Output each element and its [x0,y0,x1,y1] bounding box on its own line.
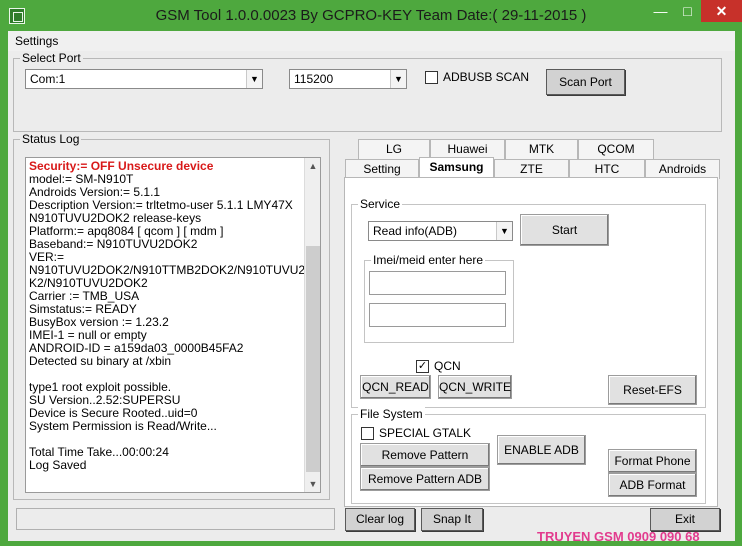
select-port-label: Select Port [20,51,83,65]
special-gtalk-checkbox[interactable] [361,427,374,440]
tab-htc[interactable]: HTC [569,159,645,179]
log-line: System Permission is Read/Write... [29,419,217,433]
remove-pattern-modem-button[interactable]: Remove Pattern MODEM [360,443,490,484]
log-line: Log Saved [29,458,87,472]
scroll-thumb[interactable] [306,246,320,472]
qcn-checkbox[interactable]: ✓ [416,360,429,373]
chevron-down-icon: ▼ [390,70,406,88]
imei-group: Imei/meid enter here [364,253,514,343]
operation-select-value: Read info(ADB) [373,224,458,238]
operation-select[interactable]: Read info(ADB) ▼ [368,221,513,241]
adb-format-button[interactable]: ADB Format [608,473,697,497]
qcn-read-button[interactable]: QCN_READ [360,375,431,399]
special-gtalk-label: SPECIAL GTALK [379,426,472,440]
client-area: Settings Select Port Com:1 ▼ 115200 ▼ AD… [8,31,735,544]
file-system-label: File System [358,407,425,421]
snap-it-button[interactable]: Snap It [421,508,483,531]
clear-log-button[interactable]: Clear log [345,508,415,531]
title-bar: GSM Tool 1.0.0.0023 By GCPRO-KEY Team Da… [0,0,742,32]
baud-select-value: 115200 [294,72,334,86]
reset-efs-button[interactable]: Reset-EFS [608,375,697,405]
window-title: GSM Tool 1.0.0.0023 By GCPRO-KEY Team Da… [155,7,587,24]
format-phone-button[interactable]: Format Phone [608,449,697,473]
adbusb-scan-label: ADBUSB SCAN [443,70,530,84]
log-line: Detected su binary at /xbin [29,354,172,368]
service-group: Service Read info(ADB) ▼ Start Imei/meid… [351,197,706,408]
status-bar [16,508,335,530]
imei-label: Imei/meid enter here [371,253,486,267]
menu-bar: Settings [8,31,735,51]
app-window: GSM Tool 1.0.0.0023 By GCPRO-KEY Team Da… [0,0,742,546]
tab-qcom[interactable]: QCOM [578,139,654,159]
start-button[interactable]: Start [520,214,609,246]
log-scrollbar[interactable]: ▲ ▼ [304,158,320,492]
chevron-down-icon: ▼ [246,70,262,88]
maximize-button[interactable]: □ [674,0,701,22]
tab-zte[interactable]: ZTE [494,159,569,179]
tab-mtk[interactable]: MTK [505,139,578,159]
service-label: Service [358,197,403,211]
enable-adb-button[interactable]: ENABLE ADB [497,435,586,465]
exit-button[interactable]: Exit [650,508,720,531]
file-system-group: File System SPECIAL GTALK Remove Pattern… [351,407,706,504]
remove-pattern-adb-button[interactable]: Remove Pattern ADB [360,467,490,491]
minimize-button[interactable]: — [647,0,674,22]
tab-lg[interactable]: LG [358,139,430,159]
scroll-up-icon[interactable]: ▲ [305,158,320,174]
watermark-text: TRUYEN GSM 0909 090 68 [537,529,700,544]
qcn-write-button[interactable]: QCN_WRITE [438,375,512,399]
close-button[interactable]: ✕ [701,0,742,22]
scan-port-button[interactable]: Scan Port [546,69,625,95]
adbusb-scan-checkbox[interactable] [425,71,438,84]
tab-huawei[interactable]: Huawei [430,139,505,159]
tab-setting[interactable]: Setting [345,159,419,179]
menu-settings[interactable]: Settings [15,34,58,48]
chevron-down-icon: ▼ [496,222,512,240]
qcn-label: QCN [434,359,461,373]
port-select[interactable]: Com:1 ▼ [25,69,263,89]
imei-2-input[interactable] [369,303,506,327]
samsung-tab-panel: Service Read info(ADB) ▼ Start Imei/meid… [344,177,718,507]
tab-androids[interactable]: Androids [645,159,720,179]
select-port-group: Select Port Com:1 ▼ 115200 ▼ ADBUSB SCAN… [13,51,722,132]
status-log-label: Status Log [20,132,82,146]
port-select-value: Com:1 [30,72,66,86]
imei-1-input[interactable] [369,271,506,295]
status-log-text[interactable]: Security:= OFF Unsecure device model:= S… [25,157,321,493]
scroll-down-icon[interactable]: ▼ [305,476,320,492]
baud-select[interactable]: 115200 ▼ [289,69,407,89]
